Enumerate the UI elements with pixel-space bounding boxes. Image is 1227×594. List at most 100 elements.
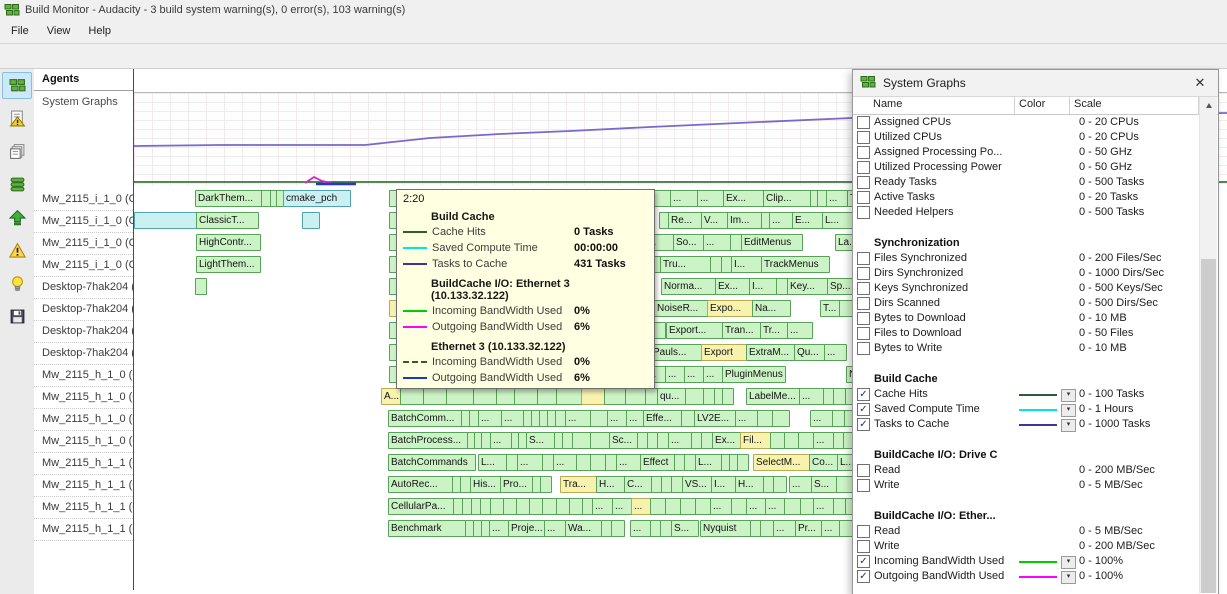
task-bar[interactable]: Ex...	[712, 432, 743, 449]
graph-checkbox[interactable]	[857, 479, 870, 492]
task-bar[interactable]: L...	[478, 454, 509, 471]
task-bar[interactable]: S...	[671, 520, 699, 537]
graph-item-row[interactable]: Needed Helpers0 - 500 Tasks	[853, 205, 1200, 220]
agent-row[interactable]: Mw_2115_h_1_0 (C	[34, 387, 133, 409]
task-bar[interactable]: Ex...	[715, 278, 752, 295]
task-bar[interactable]: AutoRec...	[388, 476, 455, 493]
task-bar[interactable]: Ex...	[723, 190, 766, 207]
menu-file[interactable]: File	[2, 20, 38, 43]
scrollbar-thumb[interactable]	[1201, 259, 1216, 593]
scroll-up-icon[interactable]	[1200, 97, 1217, 113]
graph-checkbox[interactable]: ✓	[857, 555, 870, 568]
task-bar[interactable]	[556, 388, 584, 405]
graph-checkbox[interactable]	[857, 525, 870, 538]
graph-checkbox[interactable]	[857, 342, 870, 355]
menu-view[interactable]: View	[38, 20, 80, 43]
task-bar[interactable]: Tra...	[560, 476, 599, 493]
graph-item-row[interactable]: Utilized CPUs0 - 20 CPUs	[853, 130, 1200, 145]
task-bar[interactable]: I...	[711, 476, 738, 493]
task-bar[interactable]	[134, 212, 198, 229]
graph-checkbox[interactable]	[857, 312, 870, 325]
task-bar[interactable]	[302, 212, 320, 229]
task-bar[interactable]: ...	[616, 454, 642, 471]
task-bar[interactable]	[540, 476, 552, 493]
task-bar[interactable]: Proje...	[508, 520, 547, 537]
task-bar[interactable]: Effe...	[643, 410, 684, 427]
task-bar[interactable]: H...	[596, 476, 627, 493]
task-bar[interactable]: ...	[799, 388, 826, 405]
task-bar[interactable]: Co...	[809, 454, 840, 471]
color-dropdown[interactable]: ▾	[1061, 389, 1076, 402]
task-bar[interactable]: E...	[792, 212, 825, 229]
task-bar[interactable]: Wa...	[565, 520, 604, 537]
task-bar[interactable]: ...	[810, 410, 834, 427]
task-bar[interactable]: ...	[824, 344, 847, 361]
task-bar[interactable]: Benchmark	[388, 520, 468, 537]
graph-checkbox[interactable]	[857, 267, 870, 280]
task-bar[interactable]	[572, 432, 592, 449]
agent-row[interactable]: Desktop-7hak204 (C	[34, 299, 133, 321]
graph-item-row[interactable]: Dirs Scanned0 - 500 Dirs/Sec	[853, 296, 1200, 311]
task-bar[interactable]: LabelMe...	[746, 388, 801, 405]
graph-checkbox[interactable]	[857, 282, 870, 295]
graph-item-row[interactable]: Assigned CPUs0 - 20 CPUs	[853, 115, 1200, 130]
build-log-icon[interactable]	[2, 105, 32, 132]
task-bar[interactable]: BatchCommands	[388, 454, 476, 471]
task-bar[interactable]: BatchProcess...	[388, 432, 470, 449]
graph-item-row[interactable]: Keys Synchronized0 - 500 Keys/Sec	[853, 281, 1200, 296]
agent-row[interactable]: Mw_2115_h_1_1 (C	[34, 453, 133, 475]
graph-item-row[interactable]: ✓Outgoing BandWidth Used▾0 - 100%	[853, 569, 1200, 584]
task-bar[interactable]	[195, 278, 207, 295]
color-dropdown[interactable]: ▾	[1061, 571, 1076, 584]
task-bar[interactable]: LV2E...	[694, 410, 738, 427]
task-bar[interactable]: Clip...	[763, 190, 813, 207]
task-bar[interactable]: H...	[735, 476, 766, 493]
column-separator[interactable]	[1014, 97, 1015, 114]
agent-row[interactable]: Mw_2115_h_1_1 (C	[34, 497, 133, 519]
task-bar[interactable]: Qu...	[794, 344, 827, 361]
graph-item-row[interactable]: Ready Tasks0 - 500 Tasks	[853, 175, 1200, 190]
task-bar[interactable]: BatchComm...	[388, 410, 464, 427]
task-bar[interactable]: ...	[517, 454, 545, 471]
agent-row[interactable]: Mw_2115_h_1_0 (C	[34, 431, 133, 453]
task-bar[interactable]: LightThem...	[196, 256, 261, 273]
agent-row[interactable]: Mw_2115_h_1_0 (C	[34, 365, 133, 387]
task-bar[interactable]: Re...	[668, 212, 704, 229]
task-bar[interactable]	[446, 388, 476, 405]
task-bar[interactable]: TrackMenus	[761, 256, 830, 273]
task-bar[interactable]: I...	[749, 278, 779, 295]
task-bar[interactable]: HighContr...	[196, 234, 261, 251]
graph-checkbox[interactable]	[857, 297, 870, 310]
projects-icon[interactable]	[2, 138, 32, 165]
build-cache-icon[interactable]	[2, 171, 32, 198]
graph-item-row[interactable]: Active Tasks0 - 20 Tasks	[853, 190, 1200, 205]
task-bar[interactable]: EditMenus	[741, 234, 803, 251]
color-dropdown[interactable]: ▾	[1061, 419, 1076, 432]
agent-row[interactable]: Mw_2115_h_1_1 (C	[34, 475, 133, 497]
tips-icon[interactable]	[2, 270, 32, 297]
task-bar[interactable]: Effect	[640, 454, 677, 471]
task-bar[interactable]: Tran...	[722, 322, 764, 339]
graph-checkbox[interactable]	[857, 131, 870, 144]
task-bar[interactable]	[611, 520, 625, 537]
graph-item-row[interactable]: Bytes to Download0 - 10 MB	[853, 311, 1200, 326]
graph-item-row[interactable]: ✓Incoming BandWidth Used▾0 - 100%	[853, 554, 1200, 569]
graph-checkbox[interactable]	[857, 464, 870, 477]
agent-row[interactable]: Mw_2115_i_1_0 (Co	[34, 189, 133, 211]
graph-item-row[interactable]: Bytes to Write0 - 10 MB	[853, 341, 1200, 356]
task-bar[interactable]: ...	[670, 190, 700, 207]
graph-checkbox[interactable]: ✓	[857, 388, 870, 401]
task-bar[interactable]: SelectM...	[753, 454, 812, 471]
graph-item-row[interactable]: Assigned Processing Po...0 - 50 GHz	[853, 145, 1200, 160]
graph-checkbox[interactable]	[857, 206, 870, 219]
graph-checkbox[interactable]	[857, 146, 870, 159]
agent-row[interactable]: Desktop-7hak204 (C	[34, 277, 133, 299]
task-bar[interactable]: ...	[787, 322, 813, 339]
task-bar[interactable]: Im...	[727, 212, 765, 229]
agent-row[interactable]: Mw_2115_h_1_1 (C	[34, 519, 133, 541]
task-bar[interactable]: Export...	[666, 322, 725, 339]
upload-icon[interactable]	[2, 204, 32, 231]
agent-row[interactable]: Desktop-7hak204 (C	[34, 321, 133, 343]
task-bar[interactable]: Fil...	[740, 432, 773, 449]
task-bar[interactable]: His...	[470, 476, 503, 493]
